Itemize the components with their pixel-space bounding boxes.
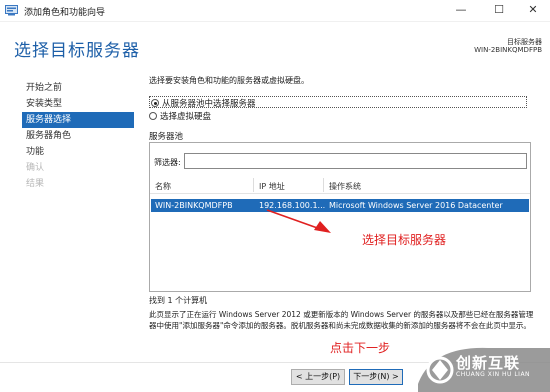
cell-os: Microsoft Windows Server 2016 Datacenter [329,201,503,210]
table-row[interactable]: WIN-2BINKQMDFPB 192.168.100.1... Microso… [151,199,529,212]
page-title: 选择目标服务器 [14,41,140,61]
header-divider [150,193,530,194]
destination-server-name: WIN-2BINKQMDFPB [474,46,542,54]
nav-item-server-roles[interactable]: 服务器角色 [22,128,134,144]
option-select-vhd[interactable]: 选择虚拟硬盘 [149,110,211,122]
nav-item-installation-type[interactable]: 安装类型 [22,96,134,112]
watermark-subtitle: CHUANG XIN HU LIAN [456,371,531,378]
column-header-name[interactable]: 名称 [155,181,171,192]
server-pool-label: 服务器池 [149,132,184,142]
radio-unchecked-icon[interactable] [149,112,157,120]
column-separator[interactable] [253,178,254,192]
window-title: 添加角色和功能向导 [24,8,106,18]
nav-item-results: 结果 [26,179,45,189]
close-button[interactable]: ✕ [518,0,548,22]
column-header-os[interactable]: 操作系统 [329,181,361,192]
nav-item-before-you-begin[interactable]: 开始之前 [22,80,134,96]
watermark-name: 创新互联 [456,354,521,372]
radio-checked-icon[interactable] [151,99,159,107]
server-manager-icon [5,5,18,16]
nav-item-server-selection[interactable]: 服务器选择 [22,112,134,128]
found-count: 找到 1 个计算机 [149,296,208,305]
wizard-nav: 开始之前 安装类型 服务器选择 服务器角色 功能 确认 结果 [22,80,134,192]
description-text: 此页显示了正在运行 Windows Server 2012 或更新版本的 Win… [149,310,534,330]
nav-item-confirmation: 确认 [26,163,45,173]
column-header-ip[interactable]: IP 地址 [259,181,285,192]
nav-item-features[interactable]: 功能 [22,144,134,160]
annotation-click-next: 点击下一步 [330,341,391,355]
filter-input[interactable] [184,153,527,169]
instruction-text: 选择要安装角色和功能的服务器或虚拟硬盘。 [149,76,309,85]
option-label: 从服务器池中选择服务器 [162,99,256,109]
title-bar: 添加角色和功能向导 — ☐ ✕ [0,0,550,22]
server-pool-panel: 筛选器: 名称 IP 地址 操作系统 WIN-2BINKQMDFPB 192.1… [149,142,531,292]
cell-name: WIN-2BINKQMDFPB [155,201,233,210]
annotation-arrow-icon [266,209,331,233]
column-separator[interactable] [323,178,324,192]
previous-button[interactable]: < 上一步(P) [291,369,345,385]
annotation-select-target: 选择目标服务器 [362,233,447,247]
option-label: 选择虚拟硬盘 [160,112,212,122]
maximize-button[interactable]: ☐ [484,0,514,22]
option-select-from-pool[interactable]: 从服务器池中选择服务器 [149,96,527,109]
minimize-button[interactable]: — [446,0,476,22]
filter-label: 筛选器: [154,158,181,167]
next-button[interactable]: 下一步(N) > [349,369,403,385]
